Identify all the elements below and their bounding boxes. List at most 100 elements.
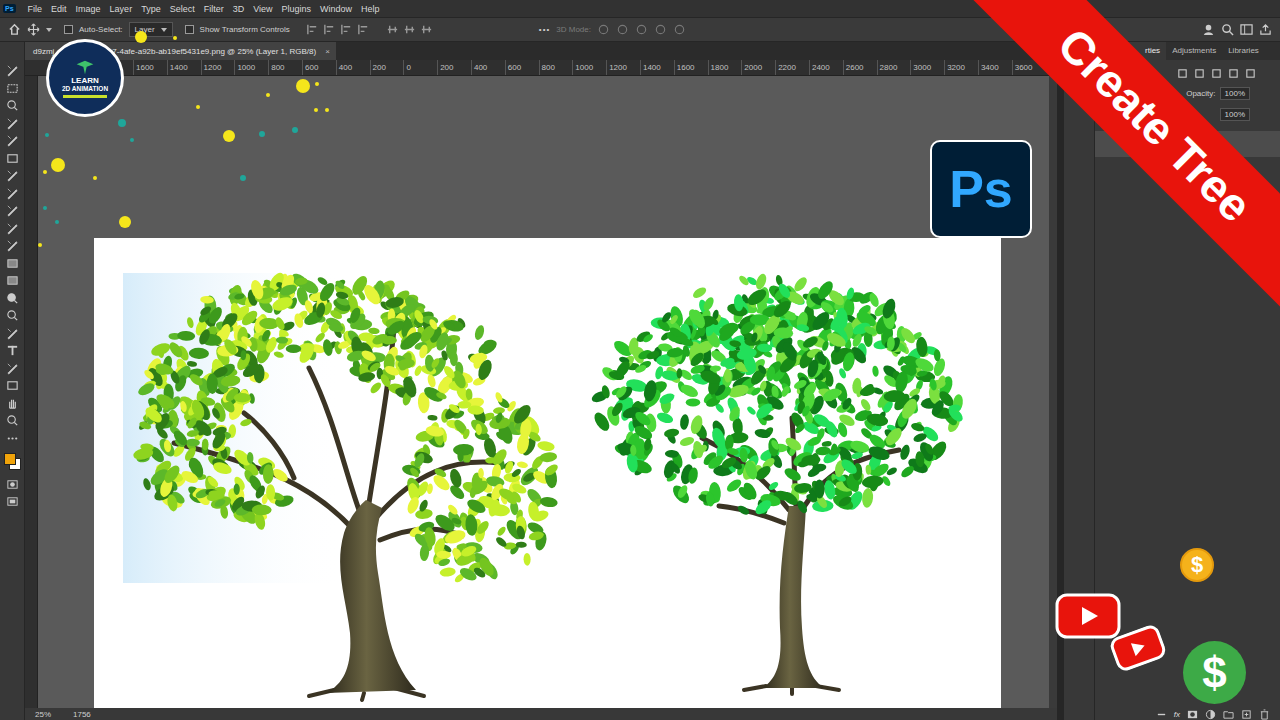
document-canvas[interactable]: [94, 238, 1001, 708]
wand-tool-icon[interactable]: [6, 117, 19, 130]
pen-tool-icon[interactable]: [6, 327, 19, 340]
align-icon[interactable]: [306, 23, 319, 36]
leaf: [297, 342, 317, 365]
filter-icon[interactable]: [1211, 68, 1222, 79]
3d-tool-icon[interactable]: [616, 23, 629, 36]
layer-style-button[interactable]: fx: [1174, 710, 1180, 719]
frame-tool-icon[interactable]: [6, 152, 19, 165]
layer-dropdown[interactable]: Layer: [129, 22, 173, 37]
menu-item[interactable]: Window: [320, 4, 352, 14]
lasso-tool-icon[interactable]: [6, 99, 19, 112]
adjustment-icon[interactable]: [1205, 709, 1216, 720]
vertical-scrollbar[interactable]: [1049, 76, 1057, 708]
3d-tool-icon[interactable]: [635, 23, 648, 36]
leaf: [739, 447, 749, 463]
panel-tab[interactable]: rties: [1095, 42, 1166, 60]
trees-artwork: [94, 238, 1001, 708]
quick-mask-icon[interactable]: [6, 478, 19, 491]
menu-item[interactable]: Filter: [204, 4, 224, 14]
menu-item[interactable]: 3D: [233, 4, 245, 14]
zoom-level[interactable]: 25%: [35, 710, 51, 719]
zoom-tool-icon[interactable]: [6, 414, 19, 427]
history-tool-icon[interactable]: [6, 239, 19, 252]
leaf: [459, 544, 477, 559]
menu-item[interactable]: Help: [361, 4, 380, 14]
filter-icon[interactable]: [1177, 68, 1188, 79]
close-tab-button[interactable]: ×: [325, 47, 330, 56]
fill-field[interactable]: 100%: [1220, 108, 1250, 121]
more-tool-icon[interactable]: [6, 432, 19, 445]
stamp-tool-icon[interactable]: [6, 222, 19, 235]
caret-icon[interactable]: [46, 28, 52, 32]
screen-mode-icon[interactable]: [6, 495, 19, 508]
panel-tab[interactable]: Adjustments: [1166, 42, 1222, 60]
align-icon[interactable]: [386, 23, 399, 36]
auto-select-label: Auto-Select:: [79, 25, 123, 34]
document-tab[interactable]: d9zmj 7-4afe-a92b-ab19ef5431e9.png @ 25%…: [25, 42, 336, 60]
menu-item[interactable]: Edit: [51, 4, 67, 14]
marquee-tool-icon[interactable]: [6, 82, 19, 95]
select-tool-icon[interactable]: [6, 362, 19, 375]
more-button[interactable]: •••: [539, 25, 550, 34]
link-icon[interactable]: [1156, 709, 1167, 720]
eraser-tool-icon[interactable]: [6, 257, 19, 270]
folder-icon[interactable]: [1223, 709, 1234, 720]
crop-tool-icon[interactable]: [6, 134, 19, 147]
move-tool-icon[interactable]: [27, 23, 40, 36]
workspace-icon[interactable]: [1240, 23, 1253, 36]
3d-tool-icon[interactable]: [597, 23, 610, 36]
hand-tool-icon[interactable]: [6, 397, 19, 410]
align-icon[interactable]: [403, 23, 416, 36]
leaf: [539, 451, 558, 463]
user-icon[interactable]: [1202, 23, 1215, 36]
leaf: [167, 340, 185, 359]
opacity-field[interactable]: 100%: [1220, 87, 1250, 100]
menu-item[interactable]: View: [253, 4, 272, 14]
filter-icon[interactable]: [1194, 68, 1205, 79]
horizontal-ruler: 1600140012001000800600400200020040060080…: [25, 60, 1057, 76]
menu-item[interactable]: File: [28, 4, 43, 14]
menu-item[interactable]: Image: [76, 4, 101, 14]
mask-icon[interactable]: [1187, 709, 1198, 720]
dodge-tool-icon[interactable]: [6, 309, 19, 322]
type-tool-icon[interactable]: [6, 344, 19, 357]
align-icon[interactable]: [420, 23, 433, 36]
leaf: [434, 331, 451, 353]
menu-item[interactable]: Select: [170, 4, 195, 14]
align-icon[interactable]: [323, 23, 336, 36]
menu-item[interactable]: Layer: [110, 4, 133, 14]
align-icon[interactable]: [340, 23, 353, 36]
panel-tab[interactable]: Libraries: [1222, 42, 1265, 60]
shape-tool-icon[interactable]: [6, 379, 19, 392]
eyedropper-tool-icon[interactable]: [6, 169, 19, 182]
menu-item[interactable]: Plugins: [282, 4, 312, 14]
filter-icon[interactable]: [1245, 68, 1256, 79]
trash-icon[interactable]: [1259, 709, 1270, 720]
leaf: [883, 389, 905, 402]
filter-icon[interactable]: [1228, 68, 1239, 79]
brush-tool-icon[interactable]: [6, 204, 19, 217]
logo-text: LEARN: [71, 76, 99, 85]
3d-tool-icon[interactable]: [654, 23, 667, 36]
ruler-tick: 3200: [944, 60, 978, 75]
new-layer-icon[interactable]: [1241, 709, 1252, 720]
leaf: [913, 355, 936, 374]
move-tool-icon[interactable]: [6, 64, 19, 77]
home-icon[interactable]: [8, 23, 21, 36]
auto-select-checkbox[interactable]: [64, 25, 73, 34]
foreground-swatch[interactable]: [4, 453, 16, 465]
heal-tool-icon[interactable]: [6, 187, 19, 200]
app-logo[interactable]: Ps: [3, 4, 16, 13]
leaf: [252, 504, 272, 515]
share-icon[interactable]: [1259, 23, 1272, 36]
color-swatches[interactable]: [4, 453, 20, 469]
menu-item[interactable]: Type: [141, 4, 161, 14]
align-icon[interactable]: [357, 23, 370, 36]
leaf: [915, 336, 928, 357]
3d-tool-icon[interactable]: [673, 23, 686, 36]
gradient-tool-icon[interactable]: [6, 274, 19, 287]
blur-tool-icon[interactable]: [6, 292, 19, 305]
search-icon[interactable]: [1221, 23, 1234, 36]
transform-checkbox[interactable]: [185, 25, 194, 34]
layer-row[interactable]: [1095, 131, 1280, 157]
